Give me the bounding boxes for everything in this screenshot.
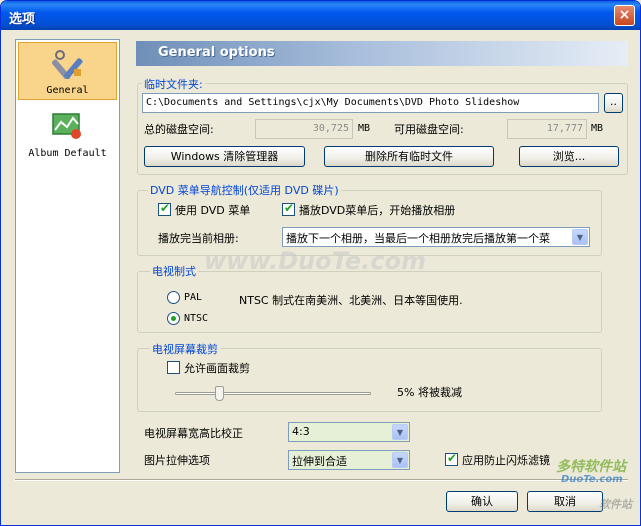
- stretch-select[interactable]: 拉伸到合适 ▼: [288, 450, 410, 470]
- aspect-label: 电视屏幕宽高比校正: [144, 427, 243, 440]
- watermark-url: DuoTe.com: [561, 474, 623, 485]
- allow-crop-label: 允许画面裁剪: [184, 362, 250, 375]
- pal-radio[interactable]: [167, 291, 180, 304]
- chevron-down-icon: ▼: [392, 452, 408, 468]
- crop-slider-track[interactable]: [175, 392, 371, 395]
- watermark-logo: 多特软件站: [556, 459, 626, 475]
- aspect-value: 4:3: [292, 425, 310, 438]
- aspect-select[interactable]: 4:3 ▼: [288, 422, 410, 442]
- ok-button[interactable]: 确认: [446, 491, 518, 512]
- total-space-value: 30,725: [255, 119, 353, 139]
- after-album-value: 播放下一个相册，当最后一个相册放完后播放第一个菜: [286, 232, 550, 245]
- temp-folder-title: 临时文件夹:: [142, 76, 205, 92]
- album-icon: [52, 113, 81, 139]
- free-space-value: 17,777: [507, 119, 587, 139]
- flicker-filter-checkbox[interactable]: [445, 451, 458, 466]
- tv-system-title: 电视制式: [150, 263, 198, 279]
- options-dialog: 选项 × General Album Default General optio…: [0, 0, 641, 526]
- play-after-menu-checkbox[interactable]: [282, 201, 295, 216]
- total-space-label: 总的磁盘空间:: [144, 123, 214, 136]
- nav-item-album-default[interactable]: Album Default: [18, 104, 117, 162]
- nav-item-label: General: [46, 85, 89, 96]
- stretch-value: 拉伸到合适: [292, 455, 347, 468]
- footer-divider: [15, 479, 628, 481]
- free-space-unit: MB: [591, 123, 604, 134]
- flicker-filter-label: 应用防止闪烁滤镜: [462, 454, 550, 467]
- total-space-unit: MB: [358, 123, 371, 134]
- after-album-label: 播放完当前相册:: [158, 232, 239, 245]
- cancel-button[interactable]: 取消: [527, 491, 603, 512]
- allow-crop-checkbox[interactable]: [167, 361, 180, 374]
- crop-percent-text: 5% 将被裁减: [397, 386, 462, 399]
- ntsc-radio[interactable]: [167, 312, 180, 325]
- temp-path-field[interactable]: C:\Documents and Settings\cjx\My Documen…: [142, 93, 599, 113]
- watermark-site: 软件站: [599, 498, 632, 511]
- chevron-down-icon: ▼: [392, 424, 408, 440]
- close-button[interactable]: ×: [614, 5, 635, 26]
- pal-label: PAL: [184, 292, 203, 303]
- crop-title: 电视屏幕裁剪: [150, 341, 220, 357]
- nav-item-general[interactable]: General: [18, 42, 117, 100]
- chevron-down-icon: ▼: [572, 229, 588, 245]
- tools-icon: [52, 50, 83, 79]
- free-space-label: 可用磁盘空间:: [394, 123, 464, 136]
- use-dvd-menu-label: 使用 DVD 菜单: [175, 204, 251, 217]
- title-bar[interactable]: 选项 ×: [1, 1, 640, 30]
- after-album-select[interactable]: 播放下一个相册，当最后一个相册放完后播放第一个菜 ▼: [282, 227, 590, 247]
- ntsc-label: NTSC: [184, 313, 209, 324]
- play-after-menu-label: 播放DVD菜单后，开始播放相册: [299, 204, 456, 217]
- browse-small-button[interactable]: ..: [604, 93, 623, 113]
- section-header: General options: [136, 41, 628, 66]
- stretch-label: 图片拉伸选项: [144, 454, 210, 467]
- dvd-menu-title: DVD 菜单导航控制(仅适用 DVD 碟片): [148, 182, 341, 198]
- category-list: General Album Default: [15, 39, 120, 473]
- crop-slider-thumb[interactable]: [215, 386, 224, 401]
- crop-group: [137, 348, 602, 412]
- watermark-text: www.DuoTe.com: [204, 247, 426, 275]
- cleanup-manager-button[interactable]: Windows 清除管理器: [144, 146, 305, 167]
- ntsc-note: NTSC 制式在南美洲、北美洲、日本等国使用.: [239, 294, 463, 307]
- browse-button[interactable]: 浏览...: [519, 146, 619, 167]
- nav-item-label: Album Default: [28, 148, 107, 159]
- use-dvd-menu-checkbox[interactable]: [158, 201, 171, 216]
- delete-temp-files-button[interactable]: 删除所有临时文件: [324, 146, 494, 167]
- window-title: 选项: [9, 12, 36, 27]
